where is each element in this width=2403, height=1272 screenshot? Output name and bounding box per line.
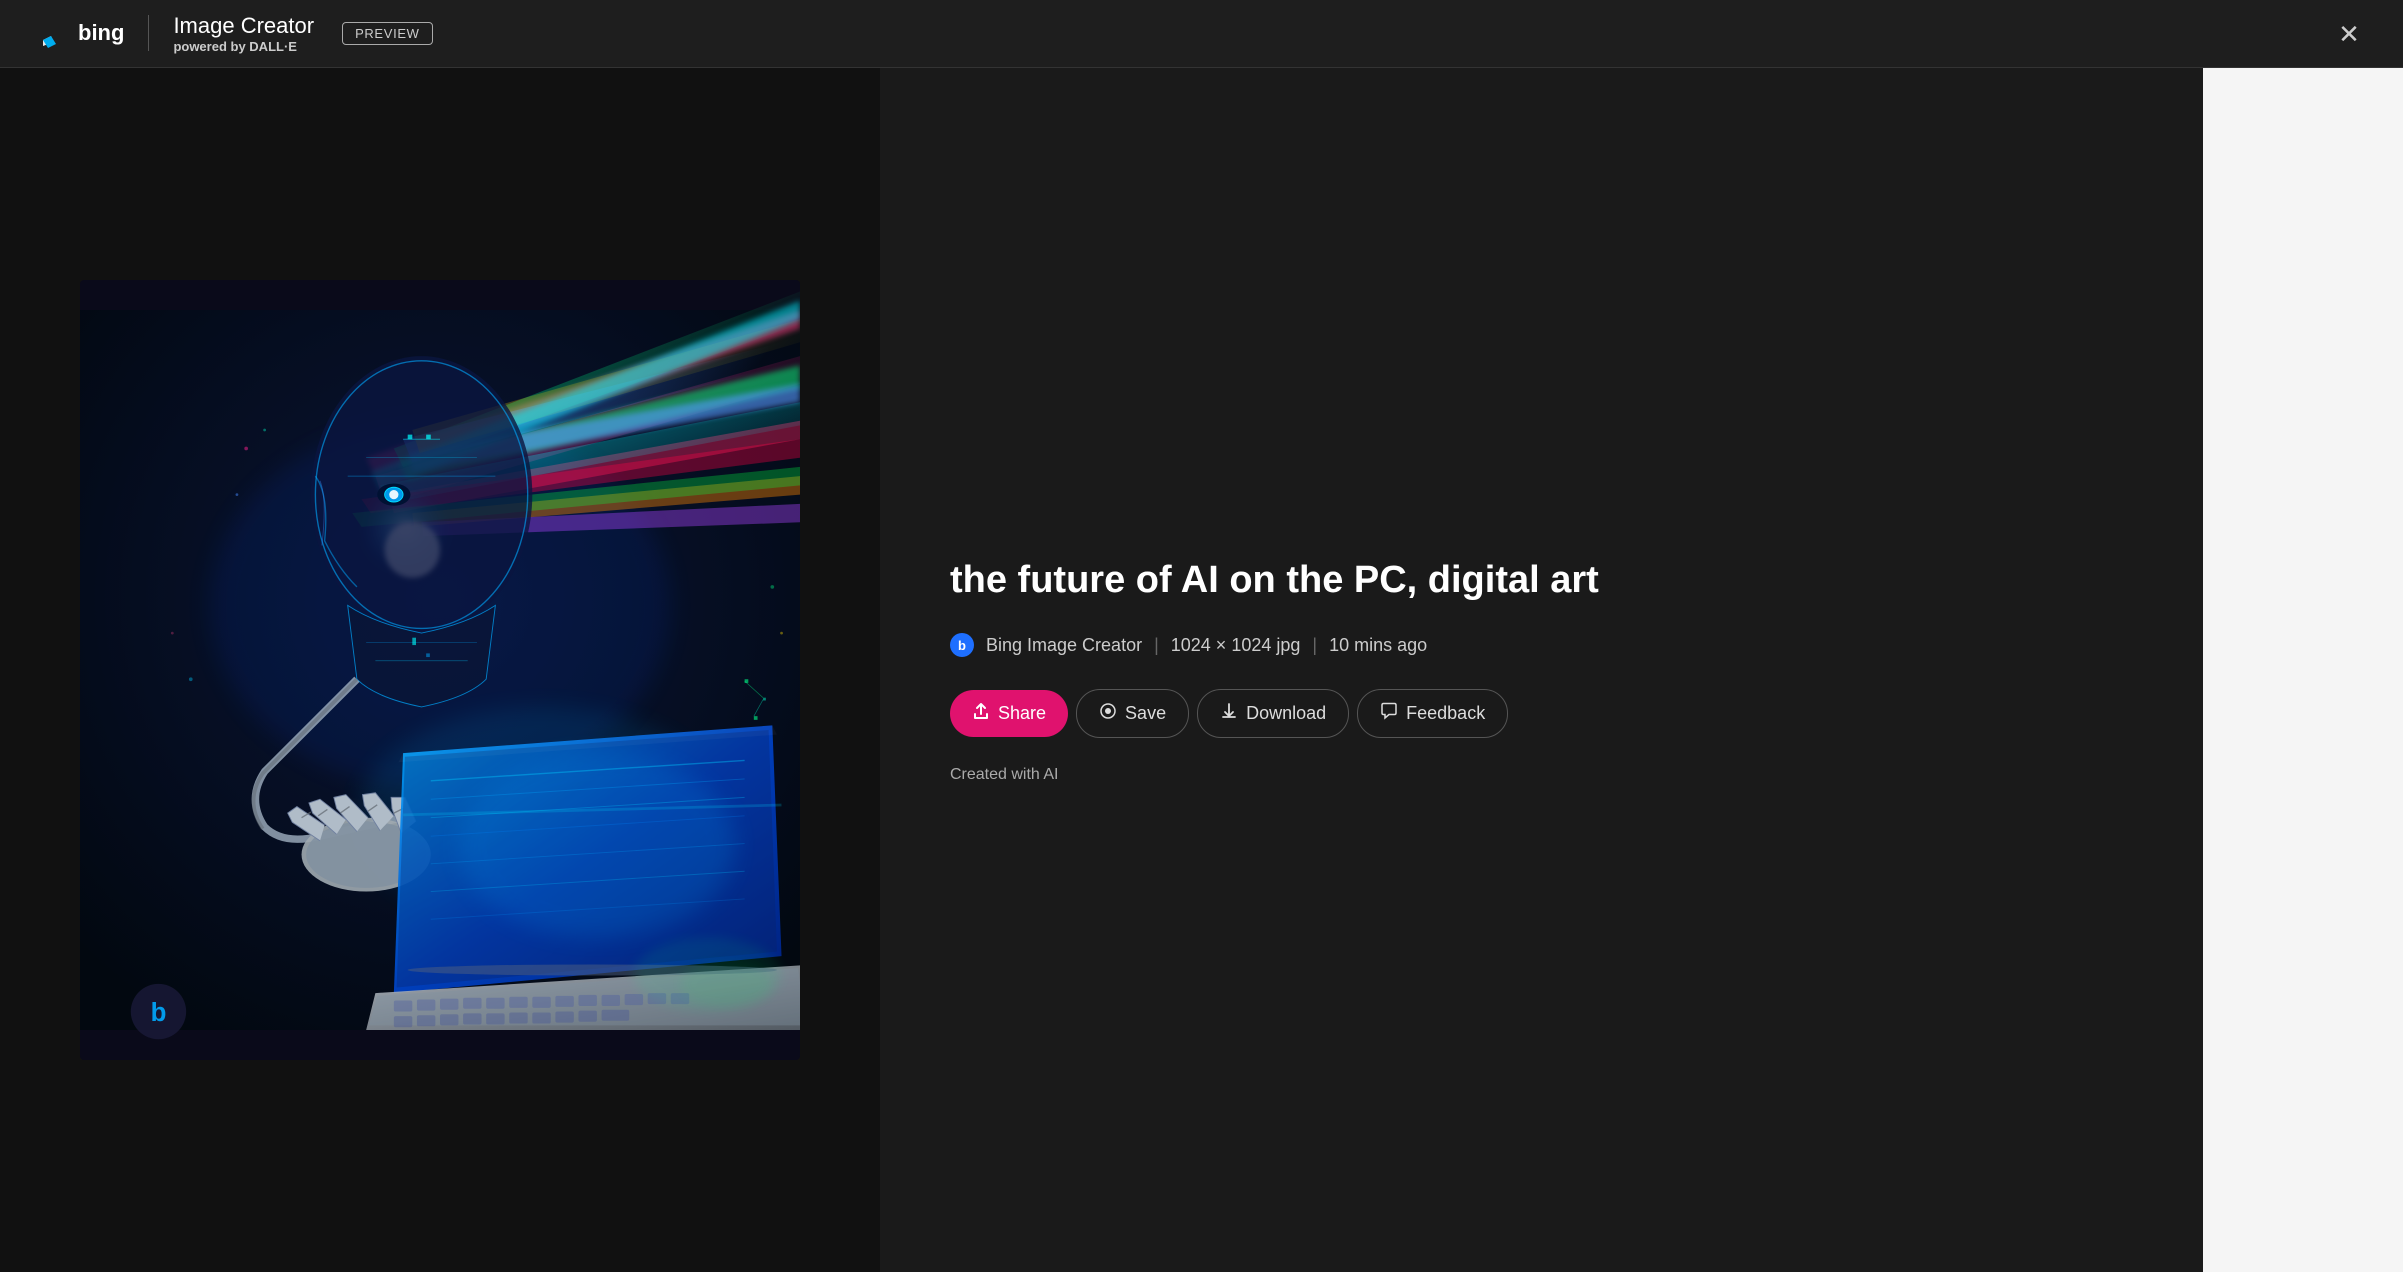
action-buttons: Share Save xyxy=(950,689,2133,738)
image-info: the future of AI on the PC, digital art … xyxy=(950,556,2133,784)
close-button[interactable]: ✕ xyxy=(2325,10,2373,58)
share-label: Share xyxy=(998,703,1046,724)
source-icon: b xyxy=(950,633,974,657)
image-container: b xyxy=(0,68,880,1272)
ai-image: b xyxy=(80,280,800,1060)
main-content: b the future of AI on the PC, digital ar… xyxy=(0,68,2403,1272)
image-title: the future of AI on the PC, digital art xyxy=(950,556,2133,605)
download-label: Download xyxy=(1246,703,1326,724)
left-panel: b xyxy=(0,68,880,1272)
download-button[interactable]: Download xyxy=(1197,689,1349,738)
meta-time: 10 mins ago xyxy=(1329,635,1427,656)
save-icon xyxy=(1099,702,1117,725)
meta-source: Bing Image Creator xyxy=(986,635,1142,656)
meta-separator-1: | xyxy=(1154,635,1159,656)
meta-dimensions: 1024 × 1024 jpg xyxy=(1171,635,1301,656)
share-button[interactable]: Share xyxy=(950,690,1068,737)
far-right-panel xyxy=(2203,68,2403,1272)
ai-image-svg: b xyxy=(80,280,800,1060)
preview-badge: PREVIEW xyxy=(342,22,433,45)
close-icon: ✕ xyxy=(2338,21,2360,47)
created-with-ai: Created with AI xyxy=(950,766,2133,784)
header: bing Image Creator powered by DALL·E PRE… xyxy=(0,0,2403,68)
feedback-icon xyxy=(1380,702,1398,725)
header-title: Image Creator xyxy=(173,13,314,39)
feedback-button[interactable]: Feedback xyxy=(1357,689,1508,738)
header-divider xyxy=(148,15,149,51)
save-label: Save xyxy=(1125,703,1166,724)
header-title-area: Image Creator powered by DALL·E xyxy=(173,13,314,55)
bing-logo-icon xyxy=(30,14,68,52)
bing-logo: bing xyxy=(30,14,124,52)
header-left: bing Image Creator powered by DALL·E PRE… xyxy=(30,13,433,55)
image-meta: b Bing Image Creator | 1024 × 1024 jpg |… xyxy=(950,633,2133,657)
bing-logo-text: bing xyxy=(78,20,124,46)
feedback-label: Feedback xyxy=(1406,703,1485,724)
save-button[interactable]: Save xyxy=(1076,689,1189,738)
download-icon xyxy=(1220,702,1238,725)
share-icon xyxy=(972,702,990,725)
meta-separator-2: | xyxy=(1312,635,1317,656)
svg-text:b: b xyxy=(151,999,167,1027)
right-panel: the future of AI on the PC, digital art … xyxy=(880,68,2203,1272)
header-subtitle: powered by DALL·E xyxy=(173,39,314,55)
